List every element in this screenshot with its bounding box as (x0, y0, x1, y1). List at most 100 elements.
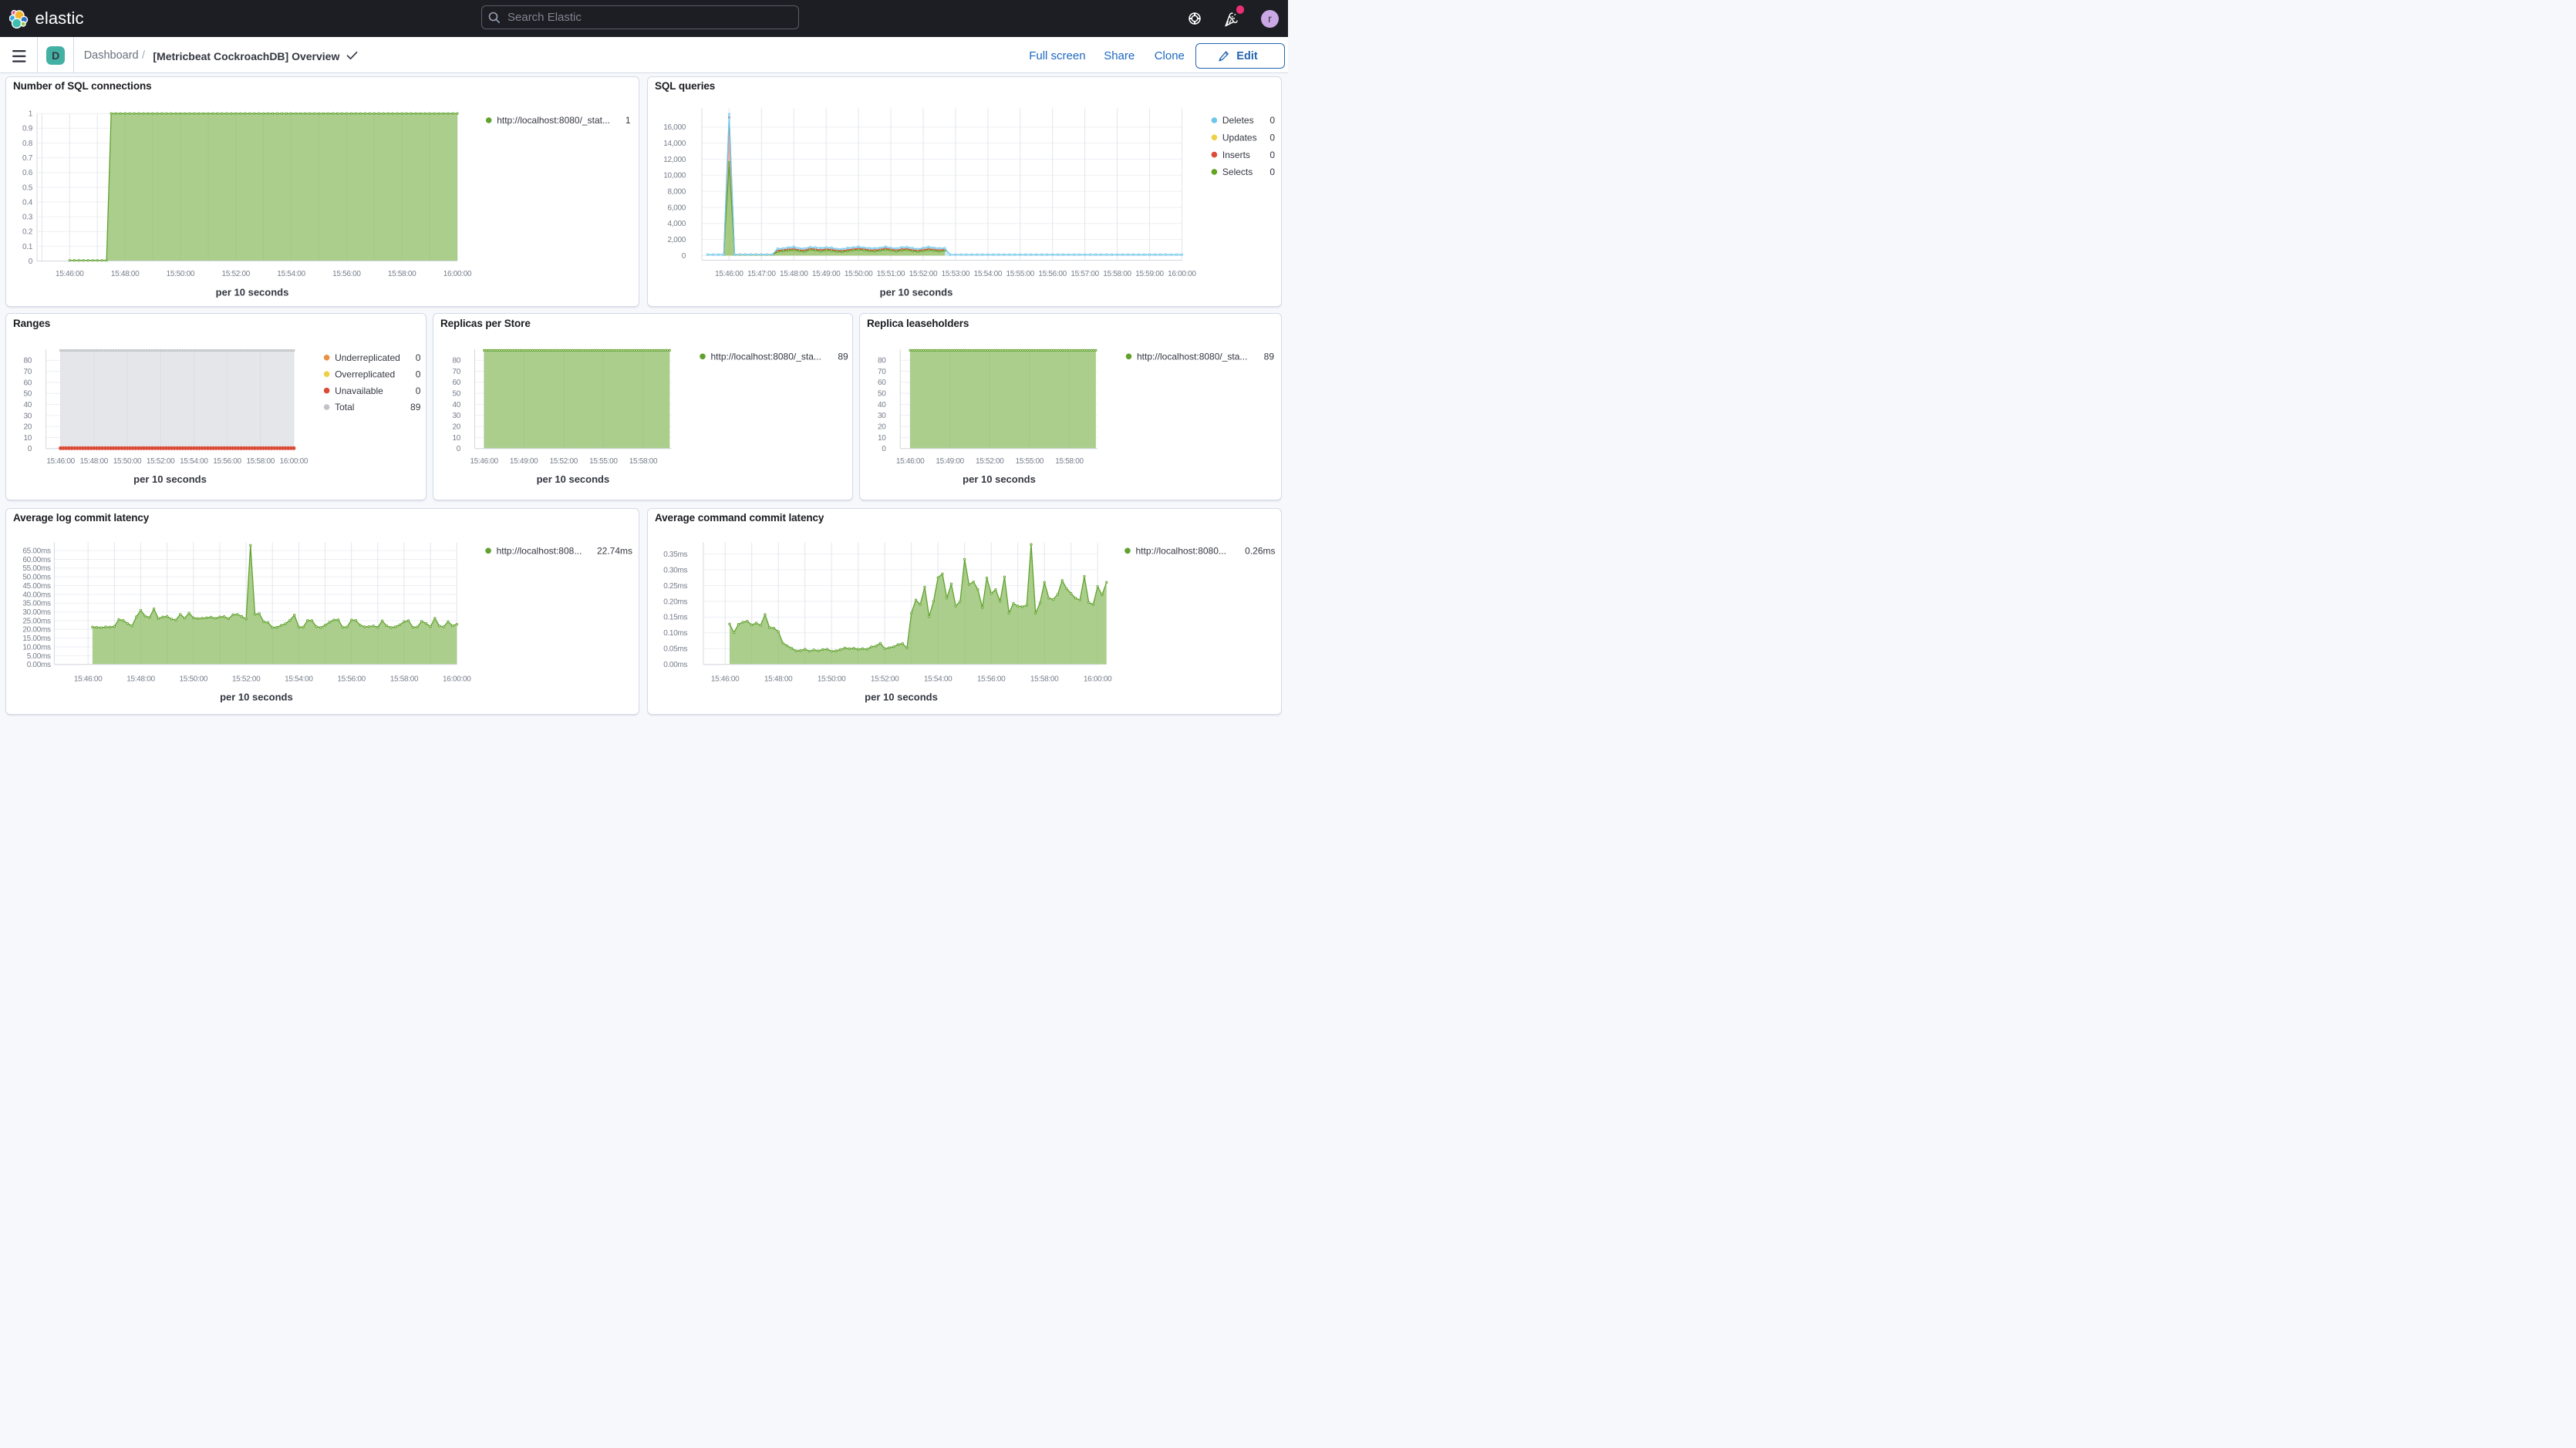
svg-text:15:59:00: 15:59:00 (1135, 269, 1164, 278)
svg-text:0: 0 (882, 445, 886, 453)
svg-text:15:52:00: 15:52:00 (147, 457, 175, 466)
svg-text:15:46:00: 15:46:00 (74, 675, 103, 683)
svg-text:20.00ms: 20.00ms (22, 625, 51, 634)
svg-text:0.1: 0.1 (22, 242, 33, 251)
svg-text:Total: Total (335, 402, 354, 413)
svg-text:12,000: 12,000 (663, 155, 686, 163)
svg-text:15:52:00: 15:52:00 (909, 269, 938, 278)
svg-text:Updates: Updates (1222, 132, 1257, 143)
svg-text:40.00ms: 40.00ms (22, 591, 51, 599)
svg-text:15:54:00: 15:54:00 (924, 675, 953, 683)
svg-text:http://localhost:8080/_stat...: http://localhost:8080/_stat... (497, 115, 610, 126)
svg-text:6,000: 6,000 (667, 204, 686, 212)
svg-text:0: 0 (457, 445, 461, 453)
svg-text:0: 0 (416, 352, 421, 363)
svg-text:0.35ms: 0.35ms (663, 550, 687, 558)
svg-text:10,000: 10,000 (663, 171, 686, 180)
svg-text:50: 50 (452, 390, 460, 399)
svg-text:Deletes: Deletes (1222, 115, 1254, 126)
svg-text:15:50:00: 15:50:00 (180, 675, 208, 683)
svg-text:15:48:00: 15:48:00 (80, 457, 109, 466)
svg-text:80: 80 (452, 357, 460, 365)
svg-text:per 10 seconds: per 10 seconds (216, 286, 289, 298)
svg-text:15:56:00: 15:56:00 (977, 675, 1006, 683)
svg-text:80: 80 (878, 357, 886, 365)
svg-text:0.8: 0.8 (22, 139, 33, 147)
svg-text:per 10 seconds: per 10 seconds (865, 691, 938, 702)
svg-text:15:49:00: 15:49:00 (510, 457, 538, 466)
svg-text:15:46:00: 15:46:00 (715, 269, 743, 278)
svg-text:15:58:00: 15:58:00 (390, 675, 419, 683)
svg-text:0.3: 0.3 (22, 213, 33, 221)
svg-text:0: 0 (416, 386, 421, 396)
svg-text:30: 30 (23, 412, 32, 420)
svg-text:60: 60 (878, 379, 886, 387)
svg-text:http://localhost:808...: http://localhost:808... (497, 545, 582, 556)
svg-text:per 10 seconds: per 10 seconds (537, 473, 610, 485)
svg-text:50: 50 (23, 390, 32, 399)
svg-text:89: 89 (410, 402, 421, 413)
svg-text:0.26ms: 0.26ms (1245, 545, 1275, 556)
svg-text:15:48:00: 15:48:00 (111, 269, 140, 278)
svg-text:15:55:00: 15:55:00 (589, 457, 618, 466)
svg-text:15:52:00: 15:52:00 (871, 675, 899, 683)
svg-text:15:46:00: 15:46:00 (56, 269, 84, 278)
svg-text:70: 70 (452, 368, 460, 376)
svg-text:0.9: 0.9 (22, 124, 33, 133)
svg-text:per 10 seconds: per 10 seconds (220, 691, 293, 702)
svg-text:40: 40 (23, 401, 32, 409)
svg-text:80: 80 (23, 357, 32, 365)
svg-text:15:46:00: 15:46:00 (896, 457, 925, 466)
svg-text:15:50:00: 15:50:00 (113, 457, 142, 466)
svg-text:15:50:00: 15:50:00 (818, 675, 846, 683)
svg-text:15:51:00: 15:51:00 (877, 269, 905, 278)
svg-text:30: 30 (878, 412, 886, 420)
svg-text:15:58:00: 15:58:00 (1055, 457, 1084, 466)
svg-text:15:58:00: 15:58:00 (629, 457, 658, 466)
svg-text:15:56:00: 15:56:00 (1038, 269, 1067, 278)
svg-text:15:53:00: 15:53:00 (942, 269, 970, 278)
svg-text:0.05ms: 0.05ms (663, 645, 687, 653)
svg-text:15.00ms: 15.00ms (22, 635, 51, 643)
svg-text:4,000: 4,000 (667, 220, 686, 228)
svg-text:0: 0 (1269, 115, 1275, 126)
svg-text:15:58:00: 15:58:00 (388, 269, 416, 278)
svg-text:16:00:00: 16:00:00 (1084, 675, 1112, 683)
svg-text:70: 70 (878, 368, 886, 376)
svg-text:1: 1 (29, 109, 33, 118)
svg-text:0.7: 0.7 (22, 153, 33, 162)
svg-text:15:46:00: 15:46:00 (470, 457, 498, 466)
svg-text:40: 40 (878, 401, 886, 409)
svg-text:Unavailable: Unavailable (335, 386, 383, 396)
svg-text:10.00ms: 10.00ms (22, 643, 51, 652)
svg-text:15:57:00: 15:57:00 (1071, 269, 1099, 278)
svg-text:60.00ms: 60.00ms (22, 555, 51, 564)
svg-text:15:54:00: 15:54:00 (974, 269, 1003, 278)
svg-text:10: 10 (878, 434, 886, 443)
svg-text:0: 0 (1269, 149, 1275, 160)
svg-text:15:46:00: 15:46:00 (46, 457, 75, 466)
svg-text:20: 20 (452, 423, 460, 431)
svg-text:per 10 seconds: per 10 seconds (880, 286, 953, 298)
svg-text:25.00ms: 25.00ms (22, 617, 51, 625)
svg-text:http://localhost:8080/_sta...: http://localhost:8080/_sta... (711, 352, 821, 362)
svg-text:0.00ms: 0.00ms (663, 661, 687, 669)
svg-text:1: 1 (625, 115, 631, 126)
svg-text:16:00:00: 16:00:00 (280, 457, 309, 466)
svg-text:15:55:00: 15:55:00 (1006, 269, 1035, 278)
svg-text:0: 0 (1269, 132, 1275, 143)
svg-text:14,000: 14,000 (663, 139, 686, 147)
svg-text:15:54:00: 15:54:00 (285, 675, 313, 683)
svg-text:20: 20 (878, 423, 886, 431)
svg-text:70: 70 (23, 368, 32, 376)
svg-text:55.00ms: 55.00ms (22, 564, 51, 573)
svg-text:15:48:00: 15:48:00 (780, 269, 808, 278)
svg-text:65.00ms: 65.00ms (22, 547, 51, 555)
svg-text:15:48:00: 15:48:00 (126, 675, 155, 683)
svg-text:15:54:00: 15:54:00 (277, 269, 305, 278)
svg-text:30.00ms: 30.00ms (22, 608, 51, 616)
svg-text:15:52:00: 15:52:00 (221, 269, 250, 278)
svg-text:15:58:00: 15:58:00 (1103, 269, 1131, 278)
svg-text:15:55:00: 15:55:00 (1016, 457, 1044, 466)
svg-text:89: 89 (1264, 352, 1275, 362)
